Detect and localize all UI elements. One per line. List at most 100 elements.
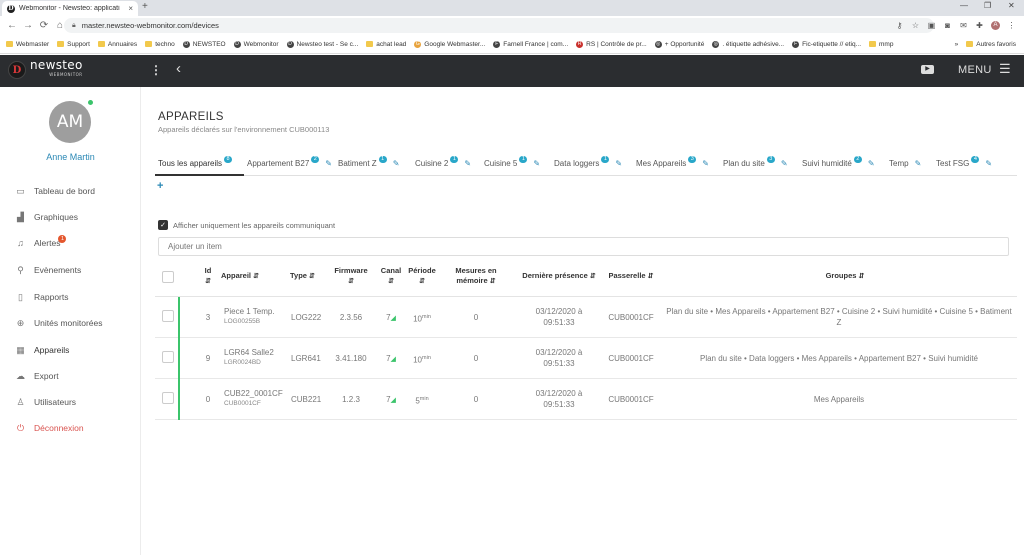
col-passerelle[interactable]: Passerelle ⇵ [606,271,656,282]
bookmark-item[interactable]: mmp [869,41,893,48]
col-appareil[interactable]: Appareil ⇵ [221,271,271,282]
sidebar-item-unites-monitorees[interactable]: ⊕ Unités monitorées [16,317,103,329]
puzzle-icon[interactable]: ✚ [975,21,984,30]
bookmark-item[interactable]: D Newsteo test - Se c... [286,40,358,48]
tab-cuisine-5[interactable]: Cuisine 5 1 ✎ [481,155,551,176]
pocket-icon[interactable]: ◙ [943,21,952,30]
row-checkbox[interactable] [162,351,174,363]
tab-data-loggers[interactable]: Data loggers 1 ✎ [551,155,633,176]
tab-temp[interactable]: Temp ✎ [886,155,933,176]
close-tab-icon[interactable]: × [128,4,133,13]
checkbox-checked-icon[interactable]: ✓ [158,220,168,230]
pencil-icon[interactable]: ✎ [393,159,400,168]
cell-appareil[interactable]: Piece 1 Temp. LOG00255B [224,306,290,326]
profile-avatar-icon[interactable]: A [991,21,1000,30]
col-mesures[interactable]: Mesures en mémoire ⇵ [450,266,502,287]
col-presence[interactable]: Dernière présence ⇵ [519,271,599,282]
cell-appareil[interactable]: LGR64 Salle2 LGR0024BD [224,347,290,367]
sidebar-item-appareils[interactable]: ▦ Appareils [16,344,69,356]
sidebar-item-alertes[interactable]: ♫ Alertes1 [16,235,67,249]
add-group-button[interactable]: + [157,180,163,192]
minimize-icon[interactable]: — [960,1,968,10]
browser-tab[interactable]: D Webmonitor - Newsteo: applicati × [2,1,138,16]
col-periode[interactable]: Période ⇵ [405,266,439,287]
tab-tous-les-appareils[interactable]: Tous les appareils 8 [155,155,244,176]
more-vert-icon[interactable]: ⋮ [1007,21,1016,30]
bookmarks-overflow-button[interactable]: » [955,41,959,48]
user-name[interactable]: Anne Martin [0,152,141,162]
col-firmware[interactable]: Firmware ⇵ [330,266,372,287]
pencil-icon[interactable]: ✎ [325,159,332,168]
pencil-icon[interactable]: ✎ [985,159,992,168]
bookmark-item[interactable]: Webmaster [6,41,49,48]
youtube-icon[interactable]: ▶ [921,65,934,74]
sidebar-item-export[interactable]: ☁ Export [16,370,59,382]
tab-mes-appareils[interactable]: Mes Appareils 3 ✎ [633,155,720,176]
url-bar[interactable]: 🔒︎ master.newsteo-webmonitor.com/devices [64,18,934,33]
more-vert-icon[interactable]: ⋮ [150,63,162,77]
bookmark-item[interactable]: ◎ + Opportunité [654,40,704,48]
key-icon[interactable]: ⚷ [895,21,904,30]
hamburger-icon[interactable]: ☰ [999,61,1011,77]
sidebar-item-evenements[interactable]: ⚲ Evènements [16,264,81,276]
bookmark-item[interactable]: G Google Webmaster... [414,40,485,48]
table-row[interactable]: 9 LGR64 Salle2 LGR0024BD LGR641 3.41.180 … [155,338,1017,379]
table-row[interactable]: 0 CUB22_0001CF CUB0001CF CUB221 1.2.3 7◢ … [155,379,1017,420]
sidebar-item-rapports[interactable]: ▯ Rapports [16,291,68,303]
forward-arrow-icon[interactable]: → [20,20,36,31]
tab-plan-du-site[interactable]: Plan du site 3 ✎ [720,155,799,176]
col-groupes[interactable]: Groupes ⇵ [675,271,1015,282]
bookmark-item[interactable]: techno [145,41,175,48]
other-bookmarks-folder[interactable]: Autres favoris [966,41,1016,48]
col-id[interactable]: Id ⇵ [200,266,216,287]
col-type[interactable]: Type ⇵ [290,271,320,282]
newsteo-logo[interactable]: D newsteo WEBMONITOR [8,59,83,80]
menu-label[interactable]: MENU [958,64,992,76]
table-row[interactable]: 3 Piece 1 Temp. LOG00255B LOG222 2.3.56 7… [155,297,1017,338]
mail-icon[interactable]: ✉ [959,21,968,30]
tab-batiment-z[interactable]: Batiment Z 1 ✎ [335,155,412,176]
tab-suivi-humidite[interactable]: Suivi humidité 2 ✎ [799,155,886,176]
reload-icon[interactable]: ⟳ [36,20,52,31]
sidebar-item-tableau-de-bord[interactable]: ▭ Tableau de bord [16,185,95,197]
bookmark-item[interactable]: achat lead [366,41,406,48]
pencil-icon[interactable]: ✎ [915,159,922,168]
pencil-icon[interactable]: ✎ [868,159,875,168]
sidebar-item-graphiques[interactable]: ▟ Graphiques [16,211,78,223]
bookmark-item[interactable]: Support [57,41,90,48]
col-canal[interactable]: Canal ⇵ [378,266,404,287]
row-checkbox[interactable] [162,392,174,404]
cell-appareil[interactable]: CUB22_0001CF CUB0001CF [224,388,290,408]
tab-cuisine-2[interactable]: Cuisine 2 1 ✎ [412,155,481,176]
tab-appartement-b27[interactable]: Appartement B27 2 ✎ [244,155,335,176]
sidebar-item-utilisateurs[interactable]: ♙ Utilisateurs [16,396,76,408]
back-arrow-icon[interactable]: ← [4,20,20,31]
chevron-left-icon[interactable]: ‹ [176,60,181,77]
star-icon[interactable]: ☆ [911,21,920,30]
bookmark-item[interactable]: D Webmonitor [233,40,279,48]
bookmark-item[interactable]: Annuaires [97,41,137,48]
select-all-checkbox[interactable] [162,271,174,283]
pencil-icon[interactable]: ✎ [464,159,471,168]
extension-icon[interactable]: ▣ [927,21,936,30]
cell-mesures: 0 [473,395,479,404]
sidebar-item-deconnexion[interactable]: ⏻ Déconnexion [16,422,84,434]
pencil-icon[interactable]: ✎ [533,159,540,168]
pencil-icon[interactable]: ✎ [781,159,788,168]
row-checkbox[interactable] [162,310,174,322]
tab-count-badge: 3 [766,156,775,163]
close-window-icon[interactable]: ✕ [1008,1,1015,10]
restore-icon[interactable]: ❐ [984,1,991,10]
bookmark-item[interactable]: F Farnell France | com... [493,40,568,48]
avatar[interactable]: AM [49,101,91,143]
pencil-icon[interactable]: ✎ [615,159,622,168]
new-tab-button[interactable]: + [142,1,148,12]
communicating-filter[interactable]: ✓ Afficher uniquement les appareils comm… [158,220,335,230]
pencil-icon[interactable]: ✎ [702,159,709,168]
add-item-input[interactable] [158,237,1009,256]
tab-test-fsg[interactable]: Test FSG 4 ✎ [933,155,995,176]
bookmark-item[interactable]: D NEWSTEO [182,40,226,48]
bookmark-item[interactable]: R RS | Contrôle de pr... [576,40,647,48]
bookmark-item[interactable]: ◎. étiquette adhésive... [712,40,784,48]
bookmark-item[interactable]: F Fic-etiquette // etiq... [792,40,861,48]
